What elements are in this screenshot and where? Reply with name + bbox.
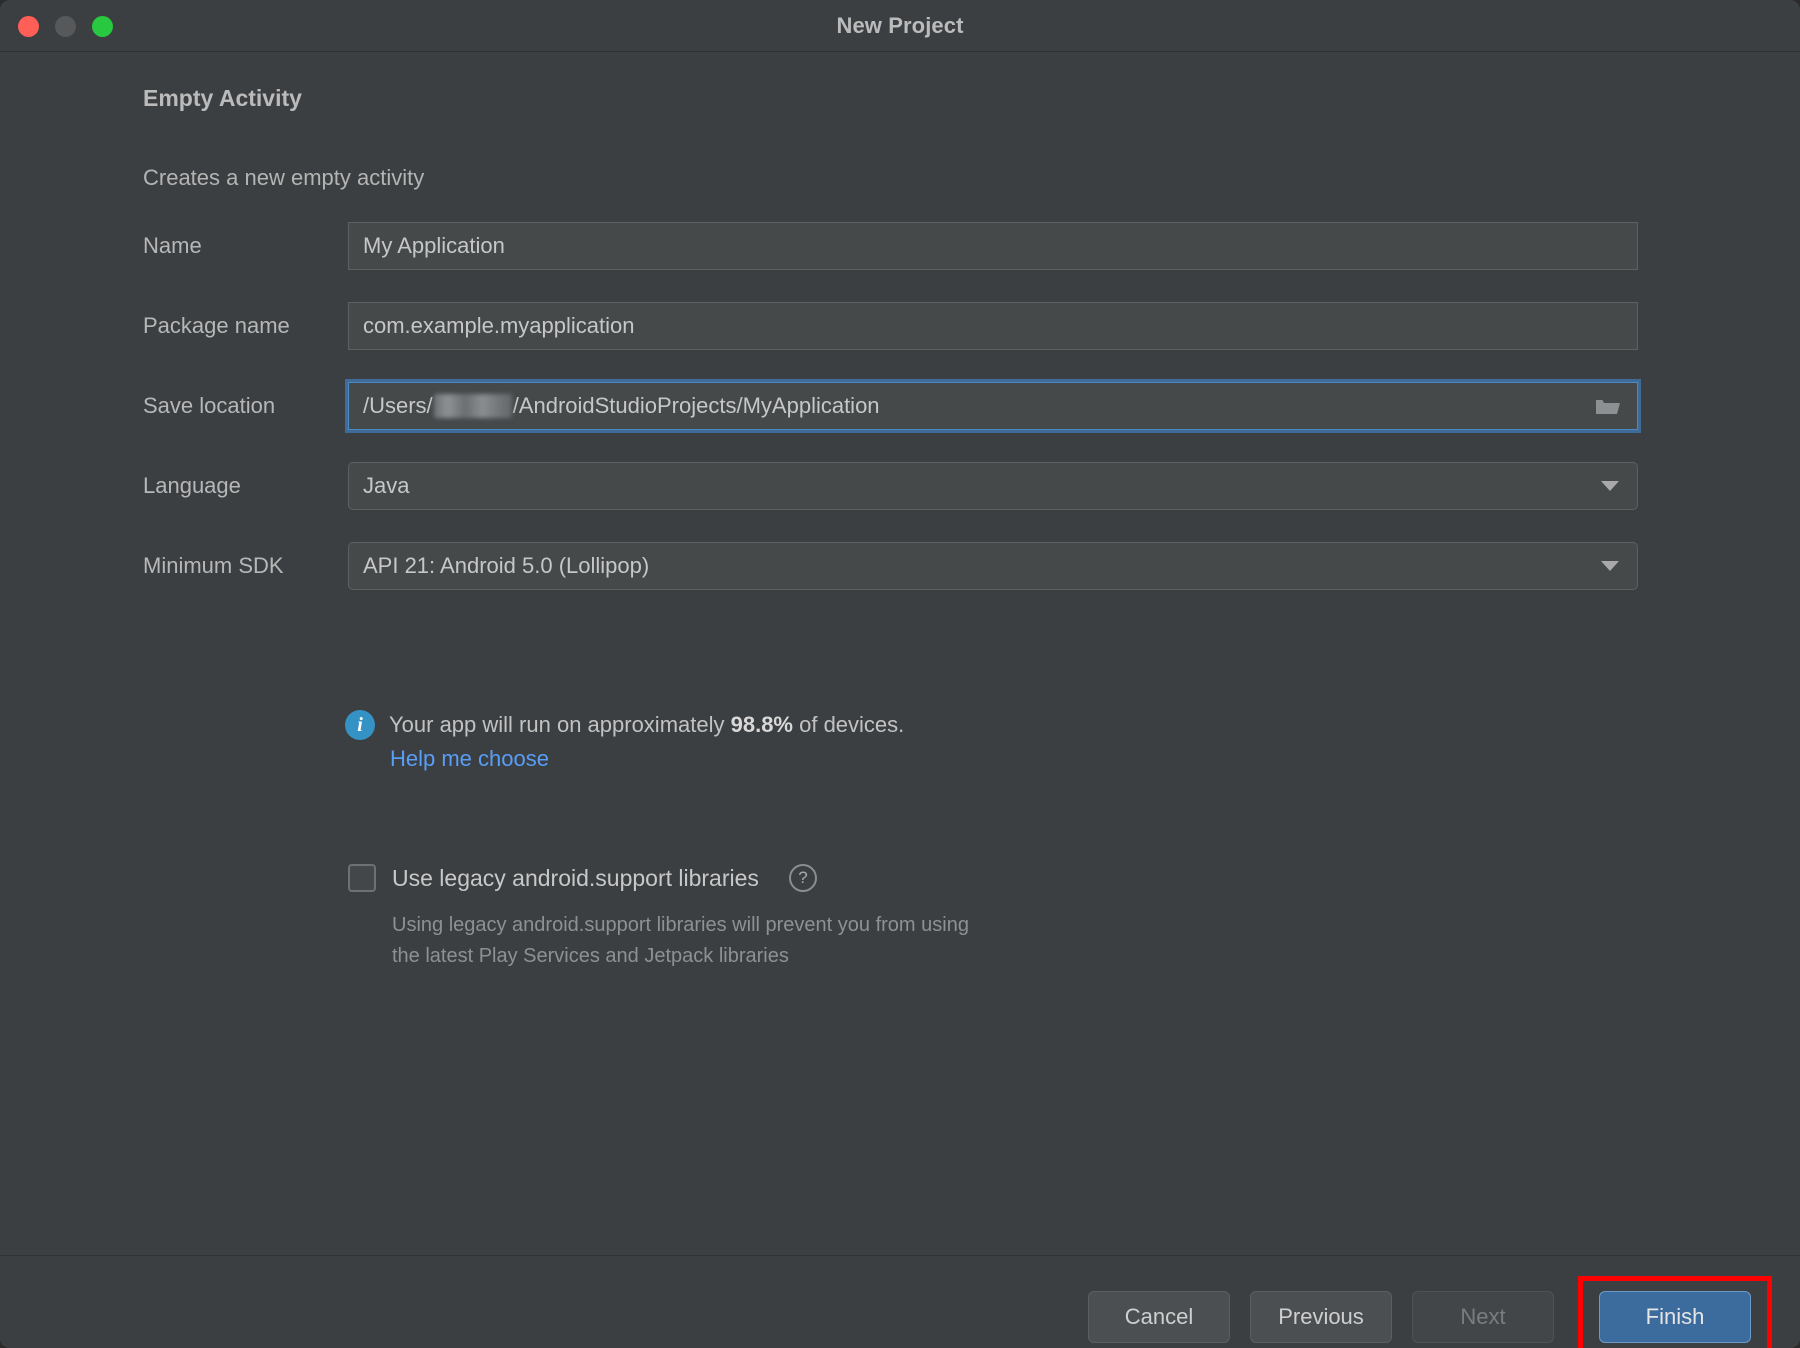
info-icon: i — [345, 710, 375, 740]
window-controls — [18, 16, 113, 37]
device-coverage-info: i Your app will run on approximately 98.… — [345, 710, 904, 740]
save-location-path: /Users/ /AndroidStudioProjects/MyApplicat… — [363, 393, 880, 419]
help-me-choose-link[interactable]: Help me choose — [390, 746, 549, 772]
device-coverage-text: Your app will run on approximately 98.8%… — [389, 712, 904, 738]
close-window-button[interactable] — [18, 16, 39, 37]
question-mark-icon[interactable]: ? — [788, 864, 817, 892]
title-bar: New Project — [0, 0, 1800, 52]
save-location-input[interactable]: /Users/ /AndroidStudioProjects/MyApplicat… — [345, 379, 1641, 433]
use-legacy-libraries-description: Using legacy android.support libraries w… — [392, 910, 1092, 972]
language-row: Language Java — [143, 462, 1638, 510]
package-name-input-value: com.example.myapplication — [363, 313, 635, 338]
dialog-content: Empty Activity Creates a new empty activ… — [0, 52, 1800, 1255]
chevron-down-icon[interactable] — [1601, 481, 1619, 491]
redacted-username — [433, 394, 512, 418]
legacy-description-line-1: Using legacy android.support libraries w… — [392, 914, 969, 936]
coverage-text-after: of devices. — [793, 712, 905, 737]
cancel-button[interactable]: Cancel — [1088, 1291, 1230, 1343]
language-selected-value: Java — [363, 473, 410, 498]
save-location-suffix: /AndroidStudioProjects/MyApplication — [512, 393, 880, 418]
minimum-sdk-dropdown[interactable]: API 21: Android 5.0 (Lollipop) — [348, 542, 1638, 590]
new-project-dialog: New Project Empty Activity Creates a new… — [0, 0, 1800, 1348]
legacy-description-line-2: the latest Play Services and Jetpack lib… — [392, 945, 789, 967]
save-location-row: Save location /Users/ /AndroidStudioProje… — [143, 379, 1641, 433]
name-row: Name My Application — [143, 222, 1638, 270]
finish-button-highlight: Finish — [1578, 1276, 1772, 1348]
package-name-input[interactable]: com.example.myapplication — [348, 302, 1638, 350]
save-location-prefix: /Users/ — [363, 393, 433, 418]
chevron-down-icon[interactable] — [1601, 561, 1619, 571]
coverage-percent: 98.8% — [730, 712, 793, 737]
dialog-footer: Cancel Previous Next Finish — [0, 1255, 1800, 1348]
name-input-value: My Application — [363, 233, 505, 258]
page-title: Empty Activity — [143, 85, 302, 111]
minimum-sdk-label: Minimum SDK — [143, 553, 284, 578]
minimize-window-button[interactable] — [55, 16, 76, 37]
use-legacy-libraries-row[interactable]: Use legacy android.support libraries ? — [348, 864, 817, 892]
package-name-label: Package name — [143, 313, 290, 338]
minimum-sdk-row: Minimum SDK API 21: Android 5.0 (Lollipo… — [143, 542, 1638, 590]
previous-button[interactable]: Previous — [1250, 1291, 1392, 1343]
window-title: New Project — [836, 12, 964, 38]
use-legacy-libraries-checkbox[interactable] — [348, 864, 376, 892]
name-input[interactable]: My Application — [348, 222, 1638, 270]
save-location-label: Save location — [143, 393, 276, 418]
folder-icon[interactable] — [1595, 396, 1621, 416]
use-legacy-libraries-label: Use legacy android.support libraries — [392, 864, 759, 891]
footer-button-group: Cancel Previous Next Finish — [1088, 1276, 1772, 1348]
maximize-window-button[interactable] — [92, 16, 113, 37]
package-name-row: Package name com.example.myapplication — [143, 302, 1638, 350]
language-dropdown[interactable]: Java — [348, 462, 1638, 510]
minimum-sdk-selected-value: API 21: Android 5.0 (Lollipop) — [363, 553, 650, 578]
language-label: Language — [143, 473, 241, 498]
coverage-text-before: Your app will run on approximately — [389, 712, 731, 737]
next-button: Next — [1412, 1291, 1554, 1343]
finish-button[interactable]: Finish — [1599, 1291, 1751, 1343]
page-description: Creates a new empty activity — [143, 165, 425, 190]
name-label: Name — [143, 233, 202, 258]
